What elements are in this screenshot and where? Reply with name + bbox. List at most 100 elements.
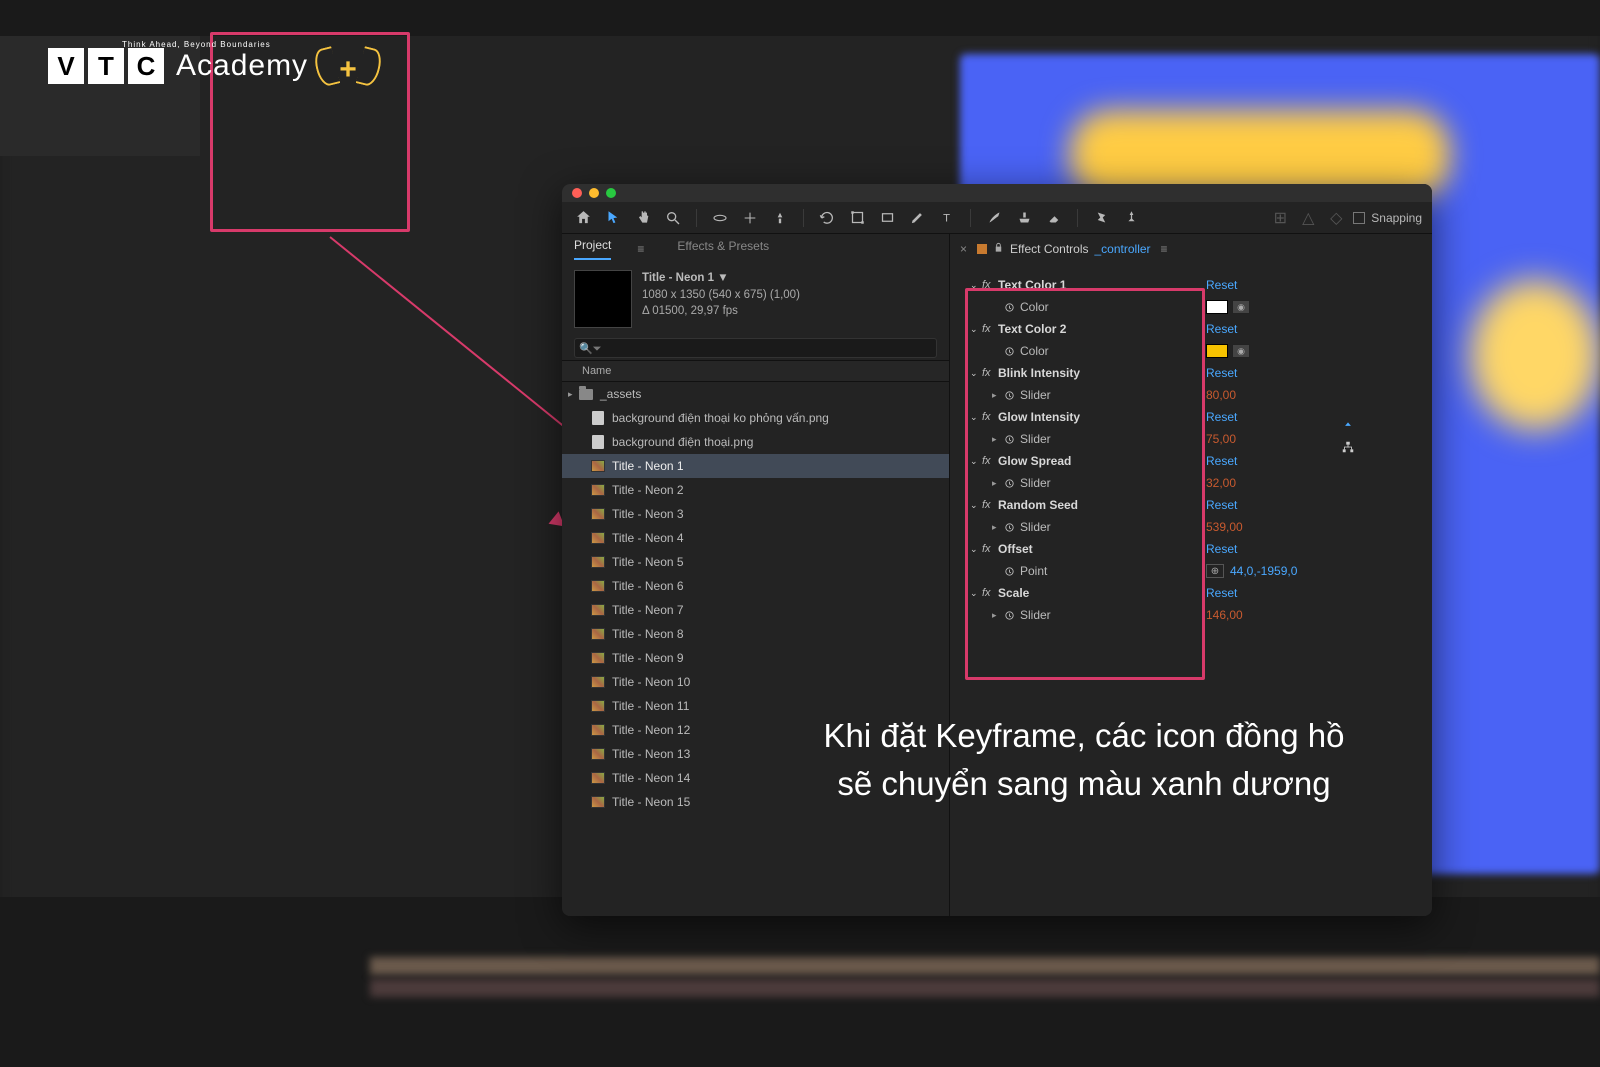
property-name[interactable]: Slider: [1020, 388, 1051, 402]
eraser-tool-icon[interactable]: [1043, 207, 1065, 229]
stopwatch-icon[interactable]: [1004, 390, 1020, 401]
collapse-caret-icon[interactable]: ⌄: [970, 324, 982, 335]
rectangle-tool-icon[interactable]: [846, 207, 868, 229]
project-list[interactable]: ▸_assetsbackground điện thoại ko phỏng v…: [562, 382, 949, 916]
collapse-caret-icon[interactable]: ⌄: [970, 368, 982, 379]
effect-name[interactable]: Random Seed: [998, 498, 1078, 512]
brush-tool-icon[interactable]: [983, 207, 1005, 229]
property-value[interactable]: 32,00: [1206, 476, 1236, 490]
axis-icon[interactable]: ⊞: [1269, 207, 1291, 229]
tab-effects-presets[interactable]: Effects & Presets: [677, 239, 769, 259]
effect-name[interactable]: Glow Intensity: [998, 410, 1080, 424]
stopwatch-icon[interactable]: [1004, 434, 1020, 445]
reset-link[interactable]: Reset: [1206, 586, 1237, 600]
panel-menu-icon[interactable]: ≡: [1161, 242, 1168, 256]
collapse-caret-icon[interactable]: ⌄: [970, 500, 982, 511]
stopwatch-icon[interactable]: [1004, 566, 1020, 577]
tab-project[interactable]: Project: [574, 238, 611, 260]
fx-icon[interactable]: fx: [982, 499, 998, 511]
property-name[interactable]: Color: [1020, 344, 1049, 358]
reset-link[interactable]: Reset: [1206, 278, 1237, 292]
home-icon[interactable]: [572, 207, 594, 229]
fx-icon[interactable]: fx: [982, 323, 998, 335]
expand-caret-icon[interactable]: ▸: [992, 478, 1004, 489]
eyedropper-icon[interactable]: ◉: [1232, 344, 1250, 358]
project-search-input[interactable]: [574, 338, 937, 358]
flowchart-icon[interactable]: [1341, 440, 1355, 454]
reset-link[interactable]: Reset: [1206, 410, 1237, 424]
project-item[interactable]: Title - Neon 10: [562, 670, 949, 694]
color-swatch[interactable]: [1206, 344, 1228, 358]
zoom-tool-icon[interactable]: [662, 207, 684, 229]
project-item[interactable]: Title - Neon 9: [562, 646, 949, 670]
reset-link[interactable]: Reset: [1206, 454, 1237, 468]
fx-icon[interactable]: fx: [982, 367, 998, 379]
property-name[interactable]: Slider: [1020, 608, 1051, 622]
property-value[interactable]: 44,0,-1959,0: [1230, 564, 1297, 578]
roto-tool-icon[interactable]: [1090, 207, 1112, 229]
stopwatch-icon[interactable]: [1004, 610, 1020, 621]
snapping-checkbox[interactable]: [1353, 212, 1365, 224]
expand-caret-icon[interactable]: ▸: [992, 610, 1004, 621]
expand-caret-icon[interactable]: ▸: [992, 522, 1004, 533]
pin-tool-icon[interactable]: [1120, 207, 1142, 229]
collapse-caret-icon[interactable]: ⌄: [970, 544, 982, 555]
property-name[interactable]: Slider: [1020, 432, 1051, 446]
property-value[interactable]: 146,00: [1206, 608, 1243, 622]
effect-name[interactable]: Blink Intensity: [998, 366, 1080, 380]
property-name[interactable]: Slider: [1020, 520, 1051, 534]
fx-icon[interactable]: fx: [982, 279, 998, 291]
project-item[interactable]: Title - Neon 7: [562, 598, 949, 622]
property-name[interactable]: Point: [1020, 564, 1047, 578]
axis-icon[interactable]: ◇: [1325, 207, 1347, 229]
project-item[interactable]: ▸_assets: [562, 382, 949, 406]
point-target-icon[interactable]: ⊕: [1206, 564, 1224, 578]
effect-name[interactable]: Glow Spread: [998, 454, 1071, 468]
expand-caret-icon[interactable]: ▸: [568, 389, 578, 400]
fx-icon[interactable]: fx: [982, 587, 998, 599]
property-value[interactable]: 75,00: [1206, 432, 1236, 446]
project-item[interactable]: Title - Neon 8: [562, 622, 949, 646]
selection-tool-icon[interactable]: [602, 207, 624, 229]
camera-tool-icon[interactable]: [769, 207, 791, 229]
eyedropper-icon[interactable]: ◉: [1232, 300, 1250, 314]
project-item[interactable]: Title - Neon 6: [562, 574, 949, 598]
project-item[interactable]: background điện thoại ko phỏng vấn.png: [562, 406, 949, 430]
hand-tool-icon[interactable]: [632, 207, 654, 229]
window-titlebar[interactable]: [562, 184, 1432, 202]
minimize-icon[interactable]: [589, 188, 599, 198]
text-tool-icon[interactable]: T: [936, 207, 958, 229]
effect-name[interactable]: Offset: [998, 542, 1033, 556]
orbit-tool-icon[interactable]: [709, 207, 731, 229]
stopwatch-icon[interactable]: [1004, 346, 1020, 357]
project-item[interactable]: Title - Neon 1: [562, 454, 949, 478]
project-item[interactable]: Title - Neon 5: [562, 550, 949, 574]
project-item[interactable]: Title - Neon 3: [562, 502, 949, 526]
panel-menu-icon[interactable]: ≡: [637, 242, 651, 256]
stopwatch-icon[interactable]: [1004, 522, 1020, 533]
color-swatch[interactable]: [1206, 300, 1228, 314]
effect-name[interactable]: Text Color 2: [998, 322, 1066, 336]
fx-icon[interactable]: fx: [982, 455, 998, 467]
rotate-tool-icon[interactable]: [816, 207, 838, 229]
reset-link[interactable]: Reset: [1206, 542, 1237, 556]
flowchart-up-icon[interactable]: [1341, 420, 1355, 434]
property-value[interactable]: 80,00: [1206, 388, 1236, 402]
expand-caret-icon[interactable]: ▸: [992, 390, 1004, 401]
collapse-caret-icon[interactable]: ⌄: [970, 588, 982, 599]
axis-icon[interactable]: △: [1297, 207, 1319, 229]
effect-name[interactable]: Text Color 1: [998, 278, 1066, 292]
clone-tool-icon[interactable]: [1013, 207, 1035, 229]
close-icon[interactable]: [572, 188, 582, 198]
collapse-caret-icon[interactable]: ⌄: [970, 456, 982, 467]
reset-link[interactable]: Reset: [1206, 366, 1237, 380]
effect-controls-layer[interactable]: _controller: [1095, 242, 1151, 256]
project-item[interactable]: Title - Neon 2: [562, 478, 949, 502]
stopwatch-icon[interactable]: [1004, 478, 1020, 489]
reset-link[interactable]: Reset: [1206, 498, 1237, 512]
reset-link[interactable]: Reset: [1206, 322, 1237, 336]
project-item[interactable]: Title - Neon 4: [562, 526, 949, 550]
property-value[interactable]: 539,00: [1206, 520, 1243, 534]
fx-icon[interactable]: fx: [982, 411, 998, 423]
stopwatch-icon[interactable]: [1004, 302, 1020, 313]
